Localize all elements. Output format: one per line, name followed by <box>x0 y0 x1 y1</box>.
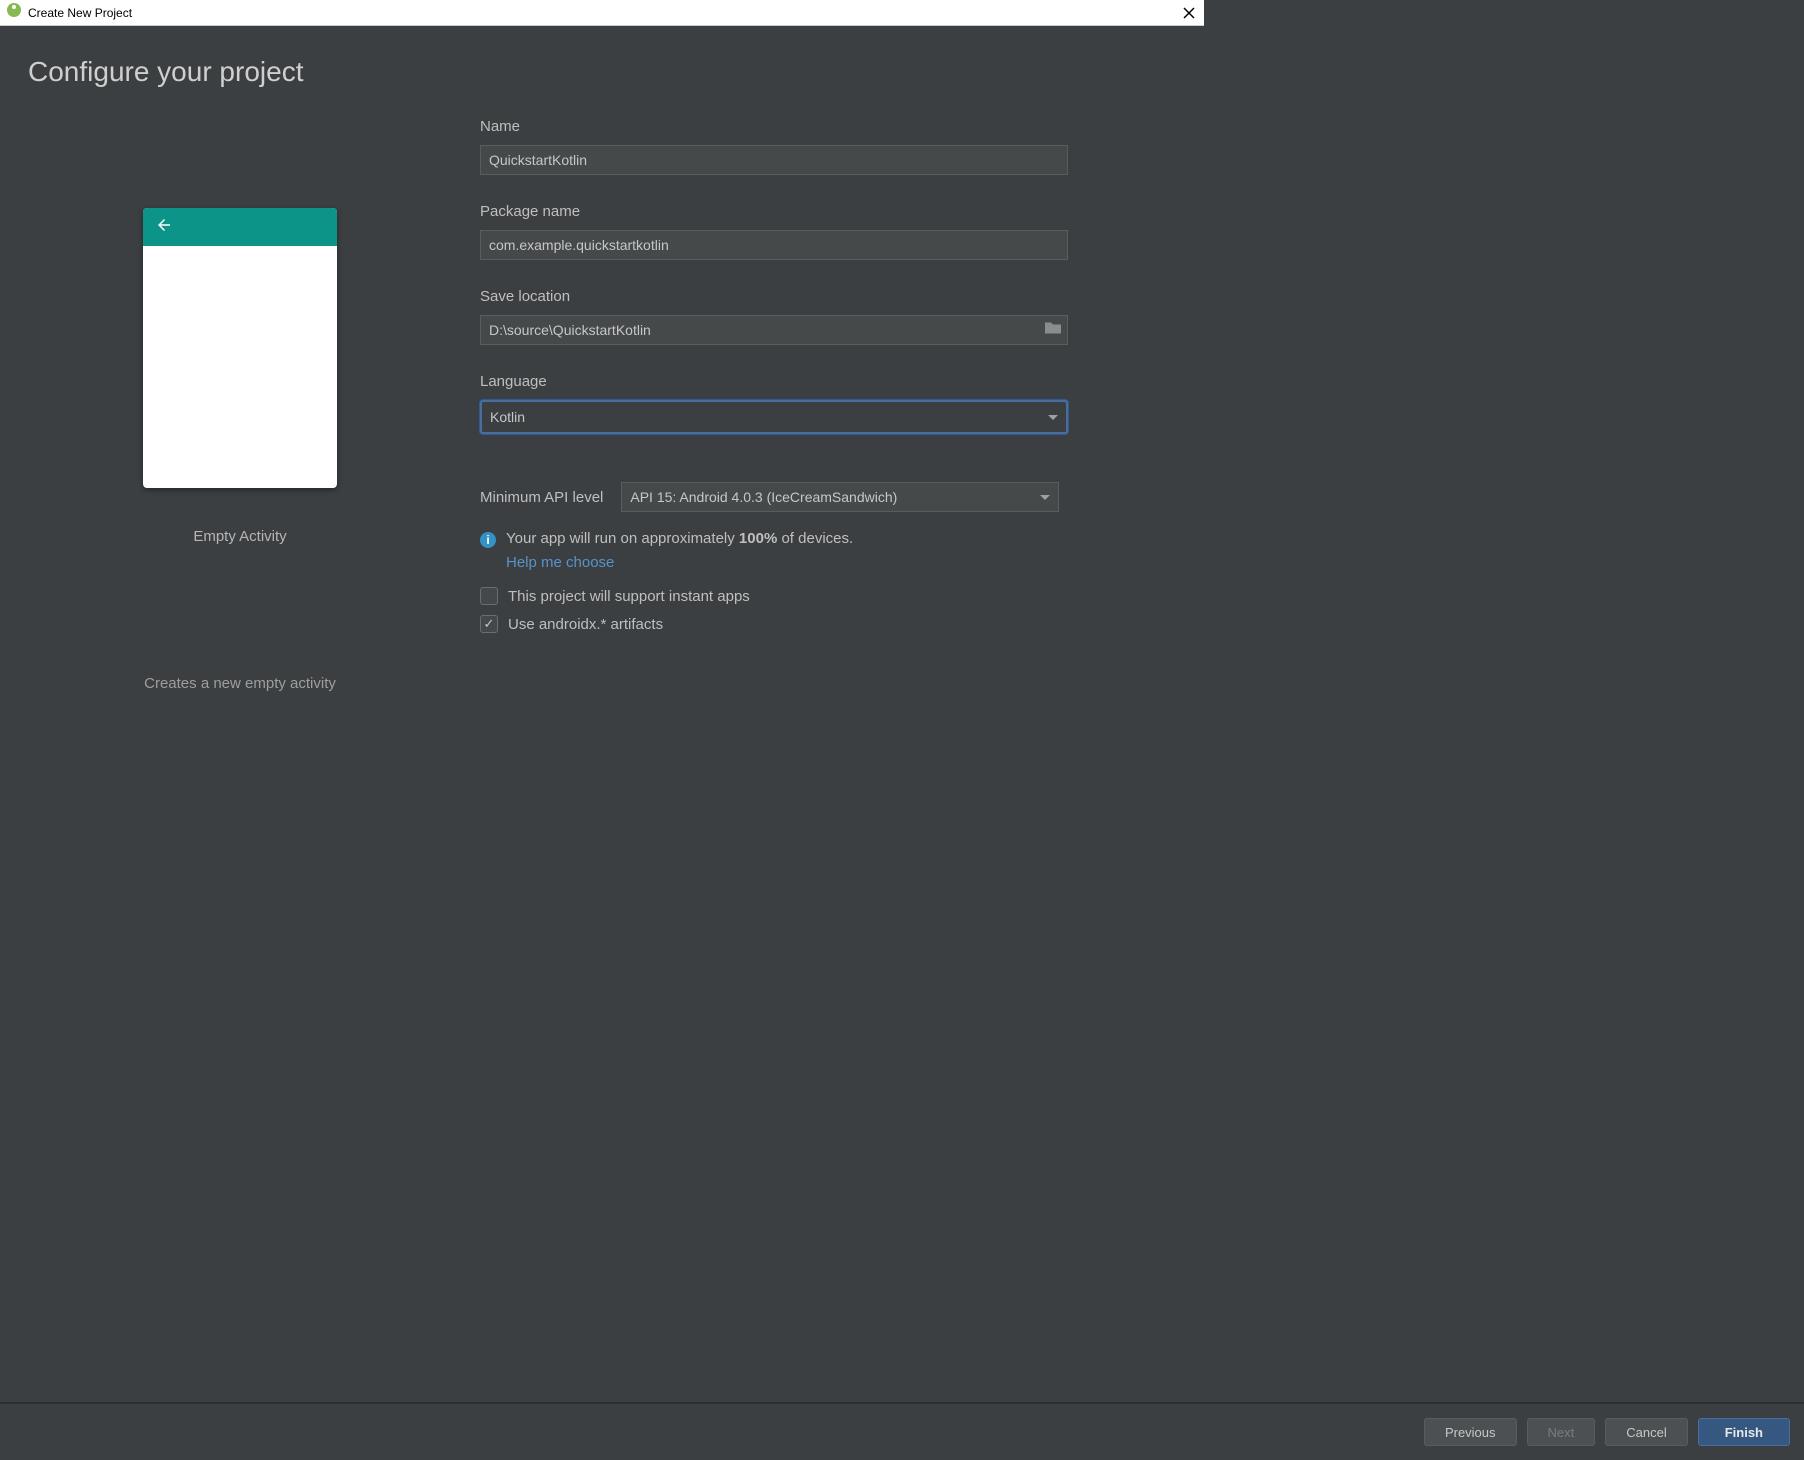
window-title: Create New Project <box>28 6 132 20</box>
android-studio-icon <box>6 2 22 23</box>
close-icon[interactable] <box>1180 4 1198 22</box>
titlebar: Create New Project <box>0 0 1204 26</box>
folder-icon[interactable] <box>1044 321 1062 340</box>
api-select[interactable]: API 15: Android 4.0.3 (IceCreamSandwich) <box>621 482 1059 512</box>
language-value: Kotlin <box>490 409 525 425</box>
language-select[interactable]: Kotlin <box>480 400 1068 434</box>
api-value: API 15: Android 4.0.3 (IceCreamSandwich) <box>630 489 897 505</box>
instant-apps-checkbox[interactable] <box>480 587 498 605</box>
finish-button[interactable]: Finish <box>1698 1418 1790 1446</box>
location-input[interactable] <box>480 315 1068 345</box>
package-input[interactable] <box>480 230 1068 260</box>
androidx-checkbox[interactable] <box>480 615 498 633</box>
chevron-down-icon <box>1048 415 1058 420</box>
next-button: Next <box>1527 1418 1596 1446</box>
help-me-choose-link[interactable]: Help me choose <box>506 554 1084 571</box>
api-info-row: i Your app will run on approximately 100… <box>480 530 1084 548</box>
previous-button[interactable]: Previous <box>1424 1418 1517 1446</box>
instant-apps-label: This project will support instant apps <box>508 588 750 605</box>
api-label: Minimum API level <box>480 489 603 506</box>
page-title: Configure your project <box>28 56 1176 88</box>
api-info-text: Your app will run on approximately 100% … <box>506 530 853 547</box>
location-label: Save location <box>480 288 1084 305</box>
language-label: Language <box>480 373 1084 390</box>
wizard-footer: Previous Next Cancel Finish <box>0 1402 1804 1460</box>
preview-appbar <box>143 208 337 246</box>
preview-label: Empty Activity <box>193 528 286 545</box>
name-input[interactable] <box>480 145 1068 175</box>
info-icon: i <box>480 532 496 548</box>
package-label: Package name <box>480 203 1084 220</box>
chevron-down-icon <box>1040 495 1050 500</box>
androidx-label: Use androidx.* artifacts <box>508 616 663 633</box>
activity-preview <box>143 208 337 488</box>
name-label: Name <box>480 118 1084 135</box>
page-header: Configure your project <box>0 26 1204 88</box>
preview-description: Creates a new empty activity <box>144 675 336 692</box>
cancel-button[interactable]: Cancel <box>1605 1418 1687 1446</box>
back-arrow-icon <box>155 216 173 239</box>
